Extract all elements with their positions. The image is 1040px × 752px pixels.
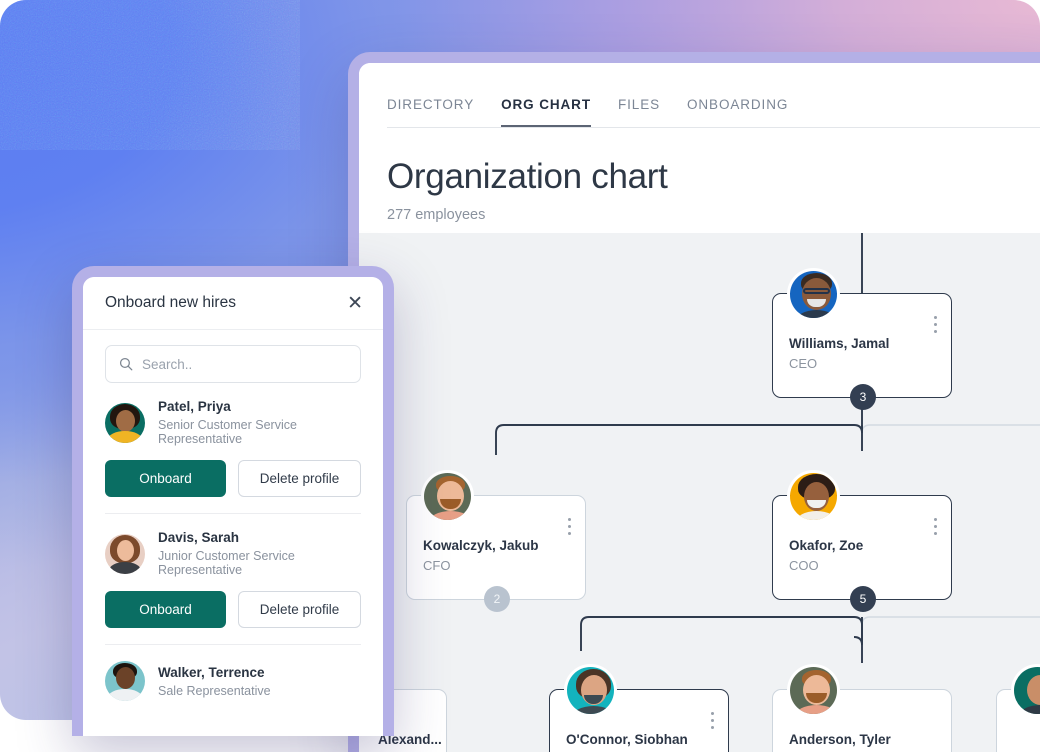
org-node-role: CEO: [789, 356, 817, 371]
hire-name: Patel, Priya: [158, 399, 361, 414]
more-vertical-icon[interactable]: [934, 316, 938, 337]
more-vertical-icon[interactable]: [568, 518, 572, 539]
background-noise: [0, 0, 300, 150]
org-node-name: Williams, Jamal: [789, 336, 889, 351]
hire-summary: Davis, Sarah Junior Customer Service Rep…: [105, 530, 361, 577]
org-node-anderson[interactable]: Anderson, Tyler: [772, 689, 952, 752]
onboard-button[interactable]: Onboard: [105, 591, 226, 628]
tab-bar-divider: [387, 127, 1040, 128]
hire-name: Davis, Sarah: [158, 530, 361, 545]
org-node-report-count[interactable]: 5: [850, 586, 876, 612]
hire-actions: Onboard Delete profile: [105, 460, 361, 497]
dialog-title: Onboard new hires: [105, 294, 236, 312]
search-placeholder: Search..: [142, 357, 192, 372]
hire-actions: Onboard Delete profile: [105, 591, 361, 628]
hire-text: Patel, Priya Senior Customer Service Rep…: [158, 399, 361, 446]
tab-org-chart[interactable]: ORG CHART: [501, 97, 591, 127]
list-item: Walker, Terrence Sale Representative: [105, 645, 361, 717]
hire-summary: Patel, Priya Senior Customer Service Rep…: [105, 399, 361, 446]
org-node-partial-right[interactable]: [996, 689, 1040, 752]
tab-files[interactable]: FILES: [618, 97, 660, 127]
delete-profile-button[interactable]: Delete profile: [238, 460, 361, 497]
close-icon[interactable]: ✕: [347, 294, 363, 313]
org-node-name: Anderson, Tyler: [789, 732, 891, 747]
hire-summary: Walker, Terrence Sale Representative: [105, 661, 361, 701]
avatar: [564, 664, 617, 717]
org-node-name: Okafor, Zoe: [789, 538, 863, 553]
org-node-role: CFO: [423, 558, 450, 573]
org-node-name: Kowalczyk, Jakub: [423, 538, 539, 553]
org-node-coo[interactable]: Okafor, Zoe COO 5: [772, 495, 952, 600]
org-node-name: O'Connor, Siobhan: [566, 732, 688, 747]
avatar: [105, 403, 145, 443]
org-chart-canvas[interactable]: Williams, Jamal CEO 3 Kowalczyk, Jakub C…: [359, 233, 1040, 752]
avatar: [421, 470, 474, 523]
app-window: DIRECTORY ORG CHART FILES ONBOARDING Org…: [348, 52, 1040, 752]
hire-role: Junior Customer Service Representative: [158, 549, 361, 577]
org-node-ceo[interactable]: Williams, Jamal CEO 3: [772, 293, 952, 398]
search-input[interactable]: Search..: [105, 345, 361, 383]
avatar: [1011, 664, 1040, 717]
search-icon: [119, 357, 133, 371]
org-node-oconnor[interactable]: O'Connor, Siobhan: [549, 689, 729, 752]
org-node-cfo[interactable]: Kowalczyk, Jakub CFO 2: [406, 495, 586, 600]
employee-count: 277 employees: [387, 207, 1040, 223]
tab-bar: DIRECTORY ORG CHART FILES ONBOARDING: [387, 97, 1040, 127]
hire-name: Walker, Terrence: [158, 665, 271, 680]
avatar: [787, 664, 840, 717]
org-node-role: COO: [789, 558, 819, 573]
org-node-report-count[interactable]: 3: [850, 384, 876, 410]
onboard-dialog: Onboard new hires ✕ Search..: [83, 277, 383, 736]
org-node-report-count[interactable]: 2: [484, 586, 510, 612]
avatar: [787, 470, 840, 523]
hire-text: Davis, Sarah Junior Customer Service Rep…: [158, 530, 361, 577]
avatar: [787, 268, 840, 321]
hire-text: Walker, Terrence Sale Representative: [158, 665, 271, 698]
delete-profile-button[interactable]: Delete profile: [238, 591, 361, 628]
dialog-header: Onboard new hires ✕: [83, 277, 383, 330]
app-header: DIRECTORY ORG CHART FILES ONBOARDING Org…: [359, 63, 1040, 223]
list-item: Davis, Sarah Junior Customer Service Rep…: [105, 514, 361, 645]
page-title: Organization chart: [387, 157, 1040, 197]
onboard-button[interactable]: Onboard: [105, 460, 226, 497]
onboard-dialog-window: Onboard new hires ✕ Search..: [72, 266, 394, 736]
hire-role: Sale Representative: [158, 684, 271, 698]
dialog-body: Search.. Patel, Priya Senior Customer Se…: [83, 330, 383, 717]
app-window-content: DIRECTORY ORG CHART FILES ONBOARDING Org…: [359, 63, 1040, 752]
hire-role: Senior Customer Service Representative: [158, 418, 361, 446]
tab-onboarding[interactable]: ONBOARDING: [687, 97, 788, 127]
tab-directory[interactable]: DIRECTORY: [387, 97, 474, 127]
more-vertical-icon[interactable]: [711, 712, 715, 733]
list-item: Patel, Priya Senior Customer Service Rep…: [105, 383, 361, 514]
avatar: [105, 534, 145, 574]
avatar: [105, 661, 145, 701]
more-vertical-icon[interactable]: [934, 518, 938, 539]
